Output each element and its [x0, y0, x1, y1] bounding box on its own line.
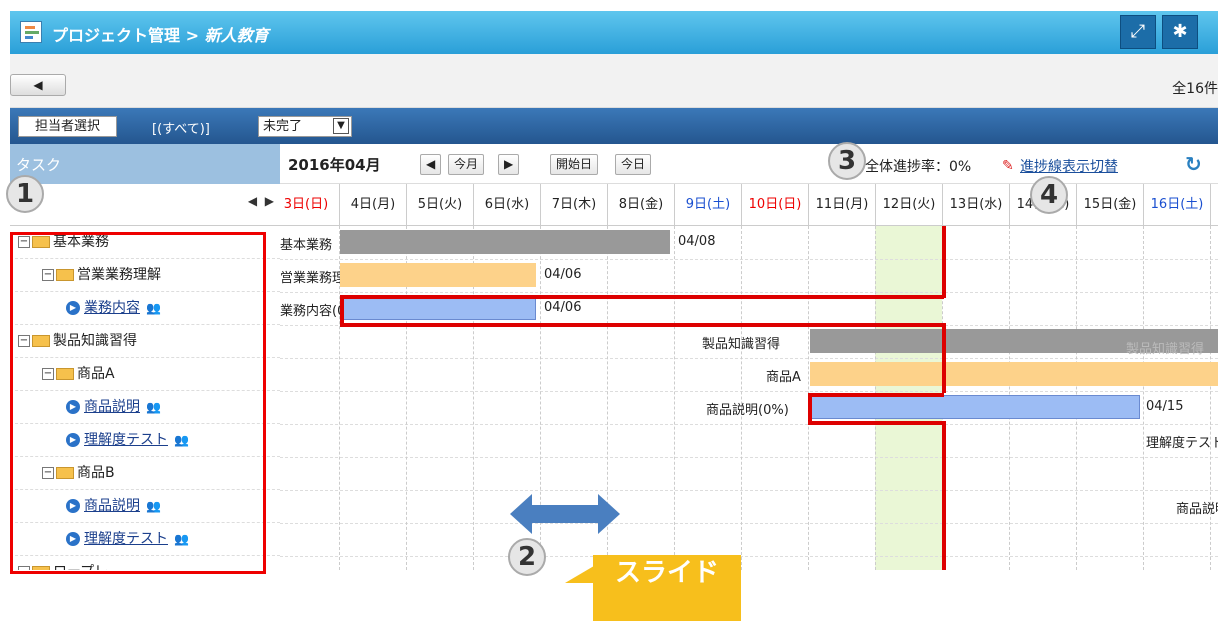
slide-arrow-left-head	[510, 494, 532, 534]
slide-arrow-right-head	[598, 494, 620, 534]
grid-hline	[280, 292, 1218, 293]
prev-month-button[interactable]: ◀	[420, 154, 442, 175]
progress-line	[942, 226, 946, 298]
bar-label: 基本業務	[280, 238, 333, 253]
chevron-down-icon: ▼	[333, 118, 349, 134]
bar-end-date: 04/06	[544, 300, 582, 315]
item-count: 全16件	[1172, 81, 1218, 97]
date-cell: 3日(日)	[280, 184, 339, 225]
progress-line	[340, 323, 944, 327]
grid-hline	[280, 457, 1218, 458]
task-column-subheader: ◀ ▶	[10, 184, 280, 226]
progress-line	[808, 393, 812, 423]
date-cell: 8日(金)	[607, 184, 674, 225]
task-column-header: タスク	[10, 144, 280, 184]
gear-icon[interactable]: ✱	[1162, 15, 1198, 49]
today-button[interactable]: 今日	[615, 154, 652, 175]
bar-label: 商品説明(0%)	[706, 403, 789, 418]
bar-label: 製品知識習得	[702, 337, 781, 352]
status-select[interactable]: 未完了 ▼	[258, 116, 352, 137]
grid-hline	[280, 490, 1218, 491]
grid-vline	[1210, 226, 1211, 570]
date-cell: 7日(木)	[540, 184, 607, 225]
date-cell: 6日(水)	[473, 184, 540, 225]
bar-label: 商品説明	[1176, 502, 1218, 517]
progress-line	[808, 393, 944, 397]
grid-hline	[280, 523, 1218, 524]
grid-vline	[674, 226, 675, 570]
scroll-arrows[interactable]: ◀ ▶	[248, 194, 274, 208]
assignee-value: [(すべて)]	[152, 122, 210, 137]
refresh-icon[interactable]: ↻	[1185, 152, 1202, 176]
month-label: 2016年04月	[288, 156, 381, 174]
bar-label: 商品A	[766, 370, 801, 385]
date-header: 3日(日) 4日(月) 5日(火) 6日(水) 7日(木) 8日(金) 9日(土) 10日(日…	[280, 184, 1218, 226]
bar-end-date: 04/06	[544, 267, 582, 282]
gantt-grid: 基本業務 04/08 営業業務理解 04/06 業務内容(0%) 04/06 製…	[280, 226, 1218, 570]
date-cell: 4日(月)	[339, 184, 406, 225]
annotation-3: 3	[828, 142, 866, 180]
progress-line	[942, 421, 946, 570]
annotation-1: 1	[6, 175, 44, 213]
start-day-button[interactable]: 開始日	[550, 154, 599, 175]
bar-end-date: 04/15	[1146, 399, 1184, 414]
date-cell: 9日(土)	[674, 184, 741, 225]
gantt-bar[interactable]	[810, 362, 1218, 386]
date-cell: 13日(水)	[942, 184, 1009, 225]
date-cell: 1	[1210, 184, 1218, 225]
progress-line	[340, 295, 344, 325]
project-icon	[20, 21, 42, 43]
annotation-4: 4	[1030, 176, 1068, 214]
gantt-controls: 2016年04月 ◀ 今月 ▶ 開始日 今日 全体進捗率：0% ✎ 進捗線表示切…	[280, 144, 1218, 184]
grid-hline	[280, 358, 1218, 359]
progress-line-toggle[interactable]: 進捗線表示切替	[1020, 156, 1118, 176]
date-cell: 11日(月)	[808, 184, 875, 225]
gantt-bar[interactable]	[340, 263, 536, 287]
date-cell: 12日(火)	[875, 184, 942, 225]
progress-line	[340, 295, 944, 299]
date-cell: 15日(金)	[1076, 184, 1143, 225]
toolbar: ◀ 全16件	[10, 54, 1218, 108]
next-month-button[interactable]: ▶	[498, 154, 520, 175]
task-list-highlight	[10, 232, 266, 574]
overall-progress: 全体進捗率：0%	[865, 159, 972, 175]
progress-line	[942, 323, 946, 393]
slide-callout: スライド	[593, 555, 741, 621]
grid-hline	[280, 391, 1218, 392]
grid-hline	[280, 259, 1218, 260]
grid-vline	[1143, 226, 1144, 570]
filter-bar: 担当者選択 [(すべて)] 未完了 ▼	[10, 108, 1218, 144]
bar-end-date: 04/08	[678, 234, 716, 249]
date-cell: 5日(火)	[406, 184, 473, 225]
this-month-button[interactable]: 今月	[448, 154, 485, 175]
page-title: プロジェクト管理 > 新人教育	[52, 26, 269, 45]
fullscreen-icon[interactable]: ⤢	[1120, 15, 1156, 49]
grid-hline	[280, 556, 1218, 557]
slide-arrow	[526, 505, 608, 523]
gantt-bar[interactable]	[340, 230, 670, 254]
gantt-bar[interactable]	[810, 395, 1140, 419]
back-arrow-icon: ◀	[33, 78, 43, 92]
back-button[interactable]: ◀	[10, 74, 66, 96]
pencil-icon: ✎	[1002, 158, 1014, 174]
grid-vline	[741, 226, 742, 570]
date-cell: 10日(日)	[741, 184, 808, 225]
assignee-select-button[interactable]: 担当者選択	[18, 116, 118, 137]
gantt-bar[interactable]	[340, 296, 536, 320]
date-cell: 16日(土)	[1143, 184, 1210, 225]
annotation-2: 2	[508, 538, 546, 576]
bar-ghost-label: 製品知識習得	[1126, 342, 1205, 357]
grid-hline	[280, 424, 1218, 425]
bar-label: 理解度テスト	[1146, 436, 1218, 451]
title-bar: プロジェクト管理 > 新人教育 ⤢ ✱	[10, 11, 1218, 54]
progress-line	[808, 421, 944, 425]
